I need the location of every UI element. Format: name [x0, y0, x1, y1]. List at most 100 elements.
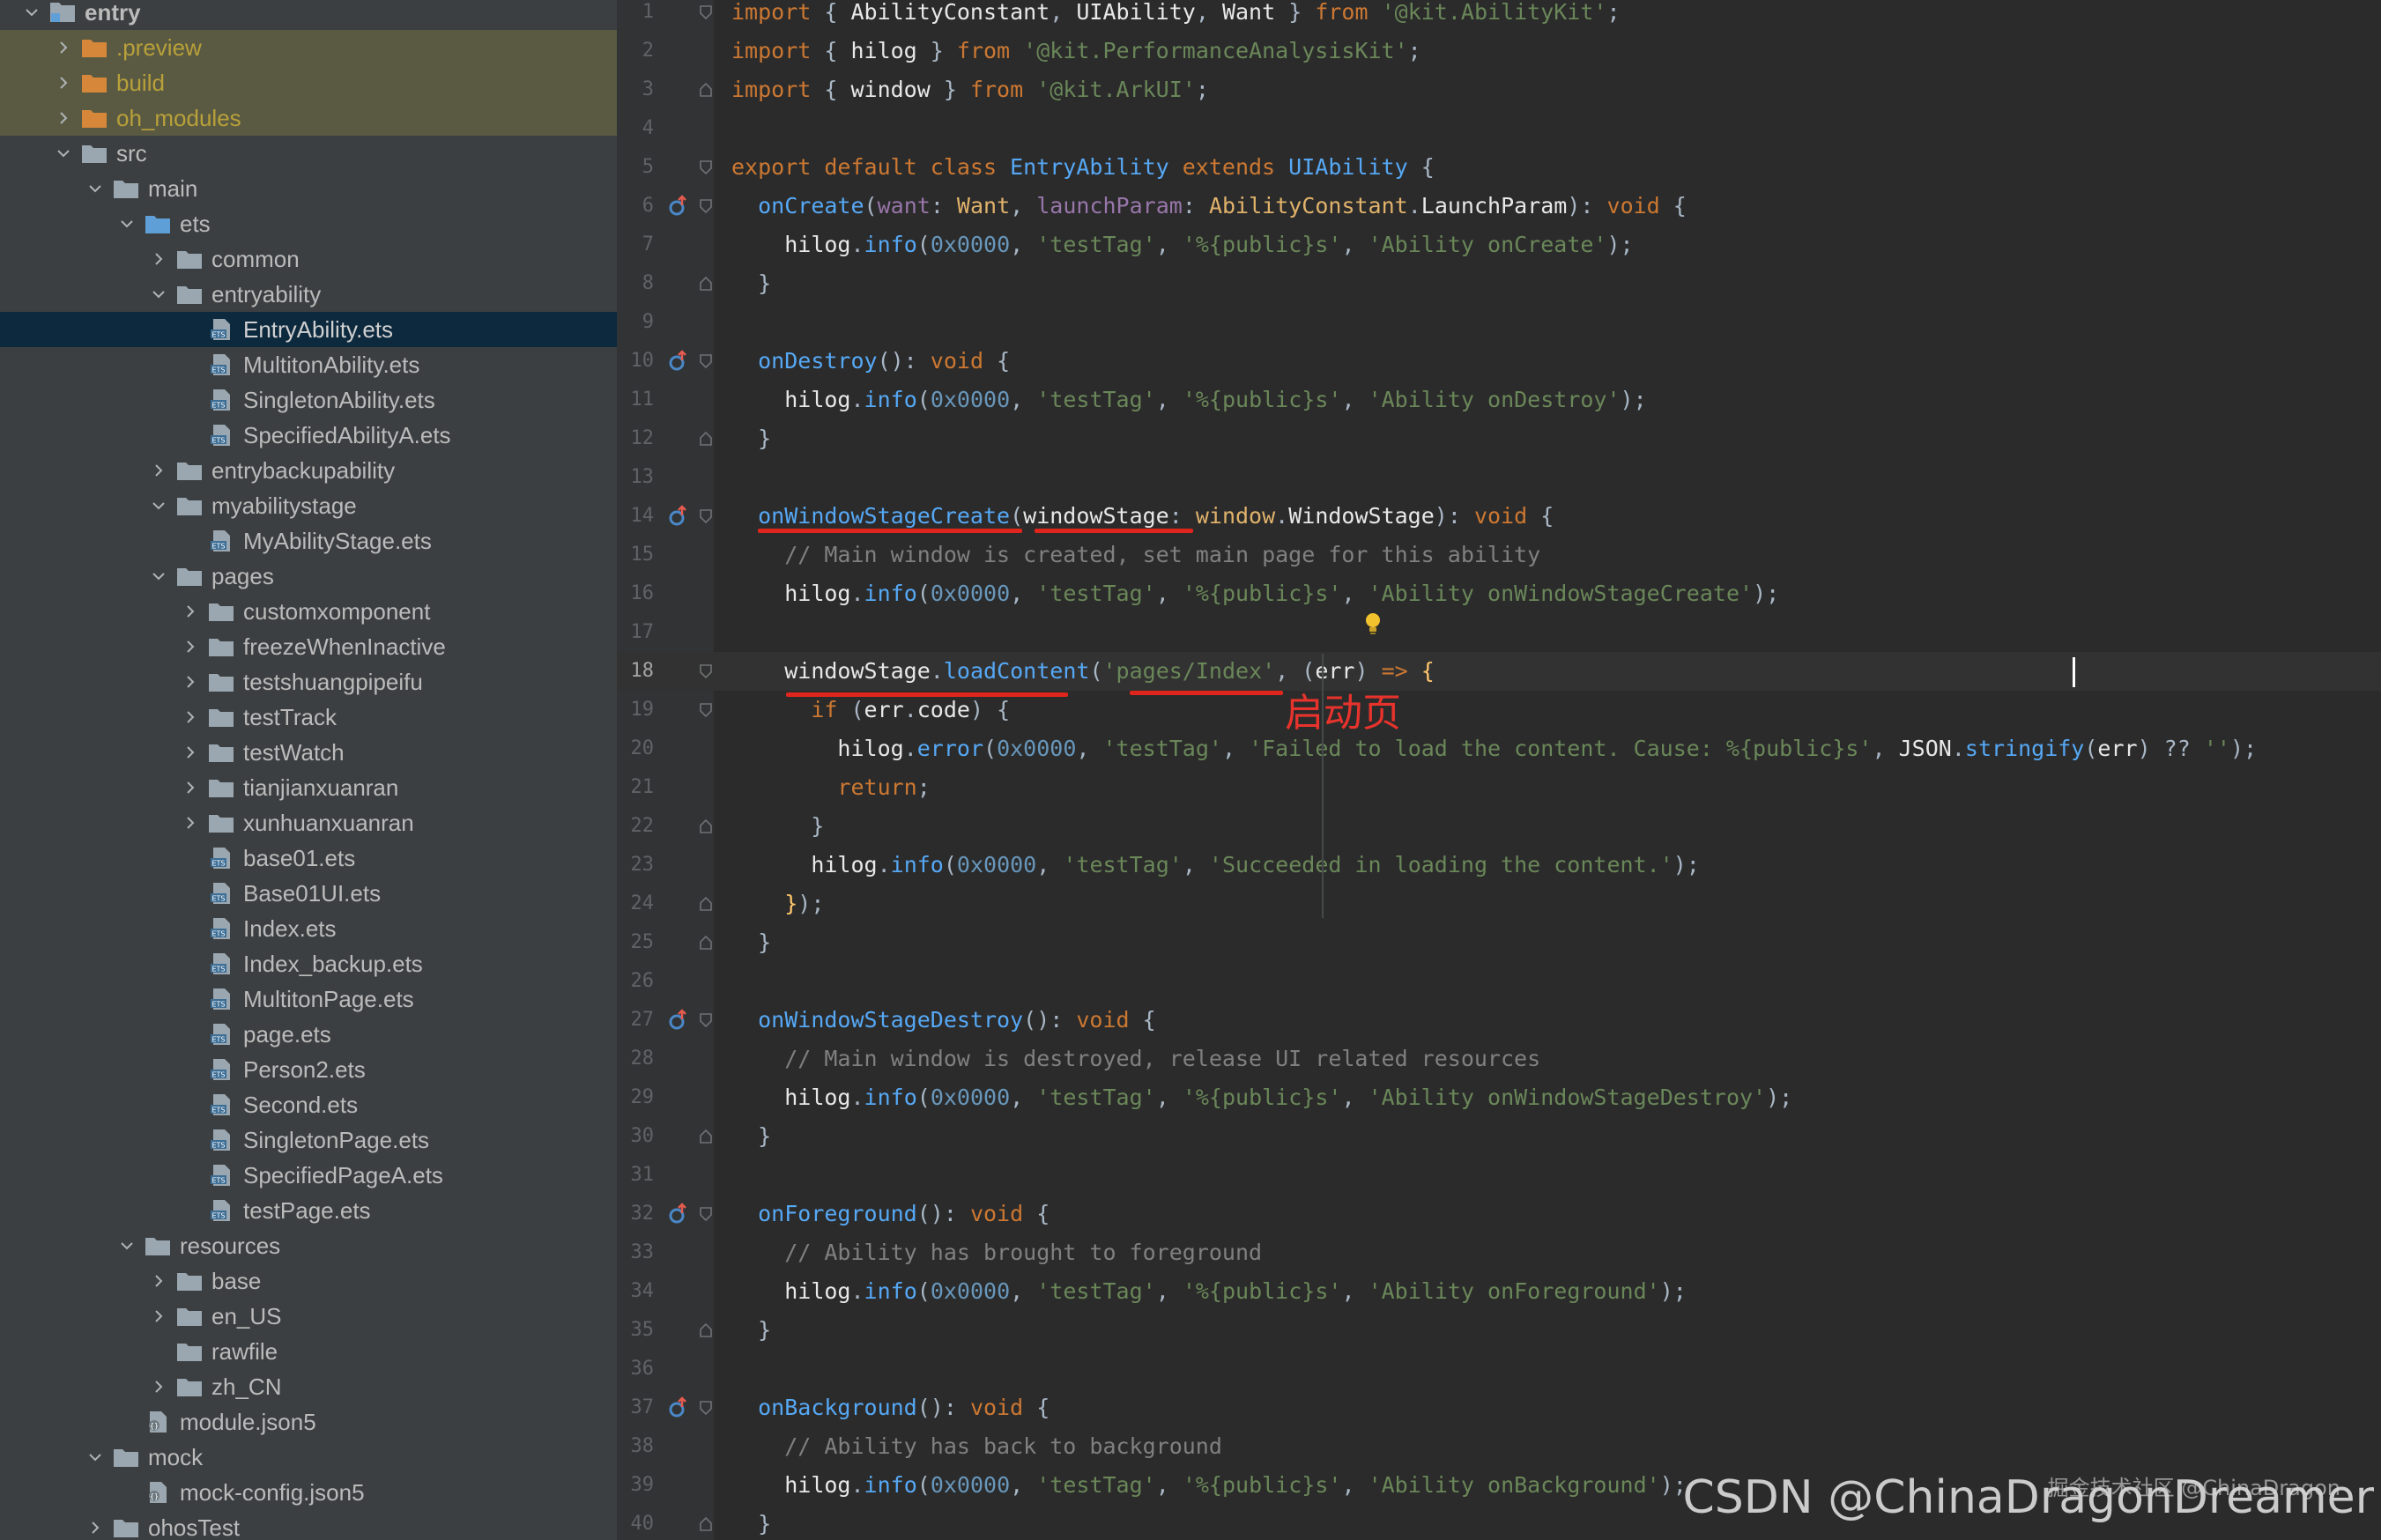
chevron-right-icon[interactable]: [146, 1269, 171, 1293]
code-line[interactable]: 12 }: [617, 419, 2381, 458]
fold-close-icon[interactable]: [698, 431, 714, 447]
tree-item[interactable]: freezeWhenInactive: [0, 629, 617, 664]
code-text[interactable]: onBackground(): void {: [731, 1388, 1050, 1427]
chevron-down-icon[interactable]: [146, 282, 171, 307]
tree-item[interactable]: build: [0, 65, 617, 100]
code-line[interactable]: 25 }: [617, 923, 2381, 962]
tree-item[interactable]: ETS SpecifiedAbilityA.ets: [0, 418, 617, 453]
code-text[interactable]: // Main window is destroyed, release UI …: [731, 1040, 1540, 1078]
code-line[interactable]: 30 }: [617, 1117, 2381, 1156]
chevron-right-icon[interactable]: [51, 70, 76, 95]
fold-close-icon[interactable]: [698, 818, 714, 834]
tree-item[interactable]: ETS SingletonAbility.ets: [0, 382, 617, 418]
tree-item[interactable]: pages: [0, 559, 617, 594]
code-text[interactable]: }: [731, 419, 771, 458]
fold-close-icon[interactable]: [698, 1322, 714, 1338]
code-text[interactable]: onDestroy(): void {: [731, 342, 1010, 381]
fold-close-icon[interactable]: [698, 1129, 714, 1144]
fold-close-icon[interactable]: [698, 276, 714, 292]
chevron-down-icon[interactable]: [51, 141, 76, 166]
tree-item[interactable]: mock: [0, 1440, 617, 1475]
code-text[interactable]: });: [731, 885, 824, 923]
tree-item[interactable]: .preview: [0, 30, 617, 65]
fold-open-icon[interactable]: [698, 1012, 714, 1028]
tree-item[interactable]: resources: [0, 1228, 617, 1263]
override-method-icon[interactable]: [668, 1203, 691, 1225]
code-line[interactable]: 32 onForeground(): void {: [617, 1195, 2381, 1233]
chevron-right-icon[interactable]: [146, 1374, 171, 1399]
chevron-down-icon[interactable]: [83, 176, 108, 201]
code-line[interactable]: 31: [617, 1156, 2381, 1195]
code-line[interactable]: 16 hilog.info(0x0000, 'testTag', '%{publ…: [617, 574, 2381, 613]
tree-item[interactable]: ETS Person2.ets: [0, 1052, 617, 1087]
code-line[interactable]: 33 // Ability has brought to foreground: [617, 1233, 2381, 1272]
tree-item[interactable]: src: [0, 136, 617, 171]
tree-item[interactable]: ETS base01.ets: [0, 840, 617, 876]
code-line[interactable]: 20 hilog.error(0x0000, 'testTag', 'Faile…: [617, 729, 2381, 768]
chevron-down-icon[interactable]: [115, 211, 139, 236]
tree-item[interactable]: ETS SpecifiedPageA.ets: [0, 1158, 617, 1193]
code-line[interactable]: 11 hilog.info(0x0000, 'testTag', '%{publ…: [617, 381, 2381, 419]
tree-item[interactable]: en_US: [0, 1299, 617, 1334]
fold-open-icon[interactable]: [698, 1400, 714, 1416]
tree-item[interactable]: main: [0, 171, 617, 206]
code-text[interactable]: }: [731, 807, 824, 846]
code-text[interactable]: onForeground(): void {: [731, 1195, 1050, 1233]
tree-item[interactable]: ETS Index.ets: [0, 911, 617, 946]
tree-item[interactable]: testshuangpipeifu: [0, 664, 617, 700]
code-line[interactable]: 28 // Main window is destroyed, release …: [617, 1040, 2381, 1078]
lightbulb-icon[interactable]: [1362, 611, 1383, 636]
code-line[interactable]: 27 onWindowStageDestroy(): void {: [617, 1001, 2381, 1040]
code-text[interactable]: }: [731, 1311, 771, 1350]
code-editor[interactable]: 1 import { AbilityConstant, UIAbility, Wa…: [617, 0, 2381, 1540]
code-line[interactable]: 13: [617, 458, 2381, 497]
tree-item[interactable]: myabilitystage: [0, 488, 617, 523]
tree-item[interactable]: testWatch: [0, 735, 617, 770]
tree-item[interactable]: ETS Second.ets: [0, 1087, 617, 1122]
chevron-right-icon[interactable]: [83, 1515, 108, 1540]
tree-item[interactable]: ETS EntryAbility.ets: [0, 312, 617, 347]
code-text[interactable]: hilog.info(0x0000, 'testTag', '%{public}…: [731, 1078, 1792, 1117]
code-line[interactable]: 35 }: [617, 1311, 2381, 1350]
fold-close-icon[interactable]: [698, 1516, 714, 1532]
project-tree[interactable]: entry .preview build oh_modules src main ets co…: [0, 0, 617, 1540]
fold-open-icon[interactable]: [698, 702, 714, 718]
override-method-icon[interactable]: [668, 505, 691, 528]
code-line[interactable]: 8 }: [617, 264, 2381, 303]
code-text[interactable]: hilog.info(0x0000, 'testTag', '%{public}…: [731, 1466, 1687, 1505]
code-text[interactable]: onWindowStageDestroy(): void {: [731, 1001, 1156, 1040]
tree-item[interactable]: ETS MultitonAbility.ets: [0, 347, 617, 382]
fold-open-icon[interactable]: [698, 508, 714, 524]
code-text[interactable]: onCreate(want: Want, launchParam: Abilit…: [731, 187, 1687, 226]
code-text[interactable]: }: [731, 923, 771, 962]
code-line[interactable]: 36: [617, 1350, 2381, 1388]
code-line[interactable]: 9: [617, 303, 2381, 342]
code-text[interactable]: hilog.info(0x0000, 'testTag', 'Succeeded…: [731, 846, 1700, 885]
chevron-down-icon[interactable]: [115, 1233, 139, 1258]
chevron-right-icon[interactable]: [146, 458, 171, 483]
code-text[interactable]: }: [731, 264, 771, 303]
code-line[interactable]: 26: [617, 962, 2381, 1001]
override-method-icon[interactable]: [668, 1009, 691, 1032]
tree-item[interactable]: customxomponent: [0, 594, 617, 629]
code-line[interactable]: 23 hilog.info(0x0000, 'testTag', 'Succee…: [617, 846, 2381, 885]
code-text[interactable]: export default class EntryAbility extend…: [731, 148, 1435, 187]
tree-item[interactable]: ETS testPage.ets: [0, 1193, 617, 1228]
code-line[interactable]: 38 // Ability has back to background: [617, 1427, 2381, 1466]
fold-open-icon[interactable]: [698, 1206, 714, 1222]
tree-item[interactable]: {} mock-config.json5: [0, 1475, 617, 1510]
tree-item[interactable]: xunhuanxuanran: [0, 805, 617, 840]
tree-item[interactable]: oh_modules: [0, 100, 617, 136]
code-line[interactable]: 18 windowStage.loadContent('pages/Index'…: [617, 652, 2381, 691]
code-text[interactable]: return;: [731, 768, 930, 807]
tree-item[interactable]: ETS Index_backup.ets: [0, 946, 617, 981]
code-text[interactable]: hilog.info(0x0000, 'testTag', '%{public}…: [731, 574, 1779, 613]
tree-item[interactable]: testTrack: [0, 700, 617, 735]
code-line[interactable]: 21 return;: [617, 768, 2381, 807]
code-line[interactable]: 4: [617, 109, 2381, 148]
code-text[interactable]: }: [731, 1117, 771, 1156]
override-method-icon[interactable]: [668, 350, 691, 373]
code-line[interactable]: 29 hilog.info(0x0000, 'testTag', '%{publ…: [617, 1078, 2381, 1117]
tree-item[interactable]: ETS SingletonPage.ets: [0, 1122, 617, 1158]
tree-item[interactable]: entrybackupability: [0, 453, 617, 488]
